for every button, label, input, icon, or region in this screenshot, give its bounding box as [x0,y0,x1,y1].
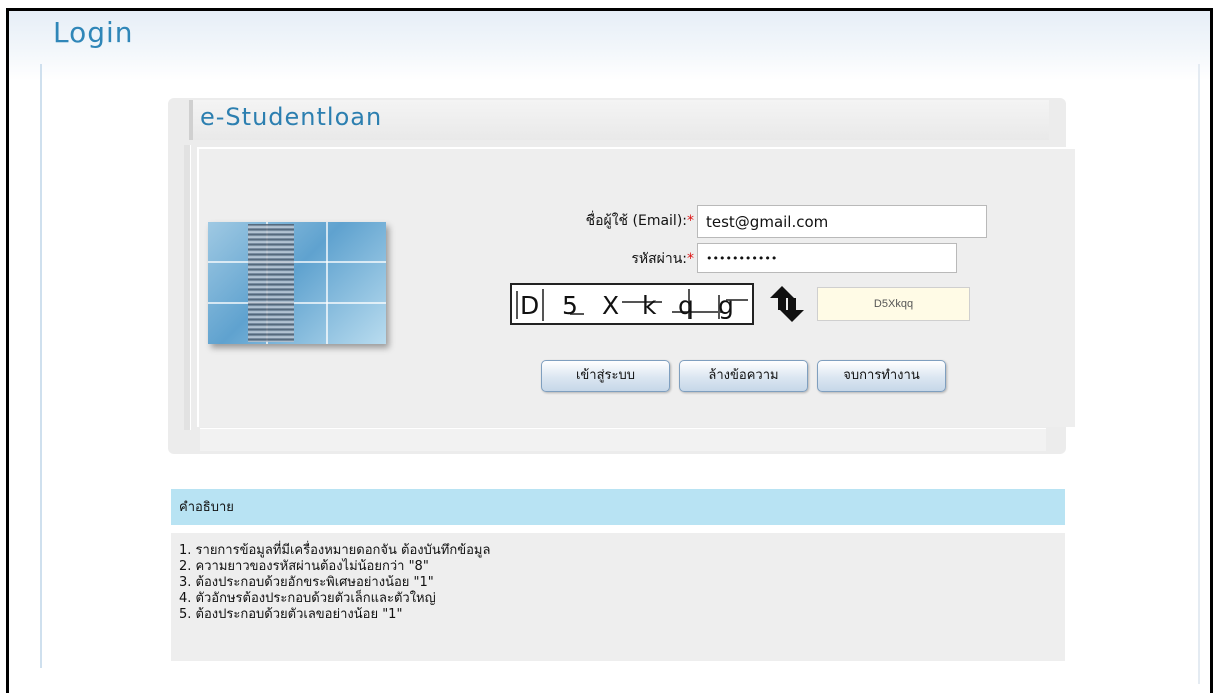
document-stack-image [208,222,386,344]
list-item: 4. ตัวอักษรต้องประกอบด้วยตัวเล็กและตัวให… [179,591,436,606]
username-input[interactable] [697,205,987,238]
login-panel-title: e-Studentloan [200,103,383,131]
captcha-char: g [718,291,734,320]
clear-button[interactable]: ล้างข้อความ [679,360,808,392]
refresh-arrows-icon-svg [770,286,804,322]
password-input[interactable] [697,243,957,273]
list-item: 3. ต้องประกอบด้วยอักขระพิเศษอย่างน้อย "1… [179,575,434,590]
page-title: Login [53,16,134,49]
captcha-char: q [678,291,694,320]
captcha-char: X [602,291,620,320]
list-item: 5. ต้องประกอบด้วยตัวเลขอย่างน้อย "1" [179,607,403,622]
captcha-char: k [642,291,657,320]
required-mark: * [687,213,694,229]
left-divider [40,64,42,668]
captcha-input[interactable] [817,287,970,321]
required-mark: * [687,251,694,267]
description-list: 1. รายการข้อมูลที่มีเครื่องหมายดอกจัน ต้… [171,533,1065,661]
description-header: คำอธิบาย [171,489,1065,525]
captcha-image: D 5 X k q g [510,283,754,325]
right-divider [1198,64,1200,684]
refresh-arrows-icon[interactable] [766,280,808,328]
panel-side-border [184,145,191,430]
captcha-char: D [520,291,540,320]
list-item: 2. ความยาวของรหัสผ่านต้องไม่น้อยกว่า "8" [179,559,429,574]
password-label: รหัสผ่าน:* [631,251,694,267]
login-panel-footer [200,428,1046,451]
list-item: 1. รายการข้อมูลที่มีเครื่องหมายดอกจัน ต้… [179,543,491,558]
exit-button[interactable]: จบการทำงาน [817,360,946,392]
username-label: ชื่อผู้ใช้ (Email):* [585,213,694,229]
login-button[interactable]: เข้าสู่ระบบ [541,360,670,392]
captcha-char: 5 [562,291,578,320]
